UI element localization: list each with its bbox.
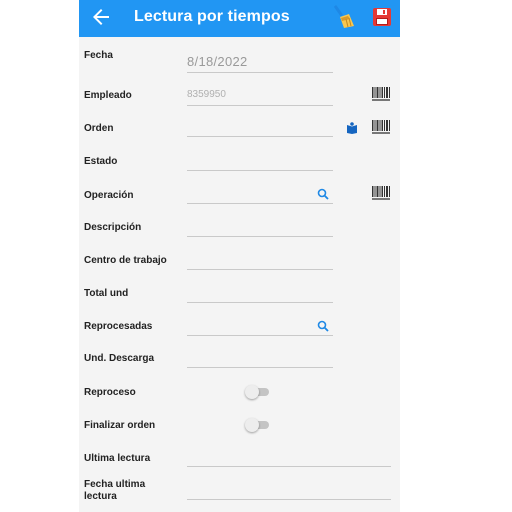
barcode-icon[interactable] bbox=[371, 119, 391, 136]
reprocesadas-label: Reprocesadas bbox=[84, 321, 153, 332]
fecha-value: 8/18/2022 bbox=[187, 54, 248, 69]
reproceso-toggle[interactable] bbox=[245, 385, 271, 399]
search-icon[interactable] bbox=[317, 188, 329, 200]
estado-field[interactable] bbox=[187, 152, 333, 171]
operacion-field[interactable] bbox=[187, 185, 333, 204]
descarga-label: Und. Descarga bbox=[84, 353, 155, 364]
page-title: Lectura por tiempos bbox=[134, 8, 290, 25]
empleado-field[interactable]: 8359950 bbox=[187, 87, 333, 106]
orden-label: Orden bbox=[84, 123, 114, 134]
save-button[interactable] bbox=[372, 7, 392, 27]
app-bar: Lectura por tiempos bbox=[79, 0, 400, 37]
finalizar-label: Finalizar orden bbox=[84, 420, 156, 431]
descripcion-field[interactable] bbox=[187, 218, 333, 237]
toggle-thumb bbox=[245, 385, 259, 399]
fecha-label: Fecha bbox=[84, 50, 113, 61]
finalizar-toggle[interactable] bbox=[245, 418, 271, 432]
total-field[interactable] bbox=[187, 284, 333, 303]
barcode-icon[interactable] bbox=[371, 86, 391, 103]
fecha-ultima-label: Fecha ultima lectura bbox=[84, 479, 145, 503]
clear-button[interactable] bbox=[332, 4, 356, 30]
centro-field[interactable] bbox=[187, 251, 333, 270]
fecha-field[interactable]: 8/18/2022 bbox=[187, 54, 333, 73]
descarga-field[interactable] bbox=[187, 349, 333, 368]
estado-label: Estado bbox=[84, 156, 118, 167]
phone-screen: Lectura por tiempos Fecha 8/18/2022 Empl… bbox=[79, 0, 400, 512]
reproceso-label: Reproceso bbox=[84, 387, 136, 398]
broom-icon bbox=[334, 5, 354, 28]
search-icon[interactable] bbox=[317, 320, 329, 332]
descripcion-label: Descripción bbox=[84, 222, 142, 233]
ultima-field[interactable] bbox=[187, 448, 391, 467]
reprocesadas-field[interactable] bbox=[187, 317, 333, 336]
fecha-ultima-label-line1: Fecha ultima bbox=[84, 479, 146, 490]
barcode-icon[interactable] bbox=[371, 185, 391, 202]
fecha-ultima-label-line2: lectura bbox=[84, 491, 117, 502]
back-button[interactable] bbox=[89, 5, 113, 29]
floppy-disk-icon bbox=[373, 8, 391, 26]
empleado-label: Empleado bbox=[84, 90, 132, 101]
empleado-value: 8359950 bbox=[187, 89, 226, 100]
operacion-label: Operación bbox=[84, 190, 134, 201]
ultima-label: Ultima lectura bbox=[84, 453, 151, 464]
centro-label: Centro de trabajo bbox=[84, 255, 167, 266]
toggle-thumb bbox=[245, 418, 259, 432]
fecha-ultima-field[interactable] bbox=[187, 481, 391, 500]
book-icon[interactable] bbox=[346, 122, 358, 134]
arrow-left-icon bbox=[93, 9, 109, 25]
orden-field[interactable] bbox=[187, 118, 333, 137]
total-label: Total und bbox=[84, 288, 129, 299]
